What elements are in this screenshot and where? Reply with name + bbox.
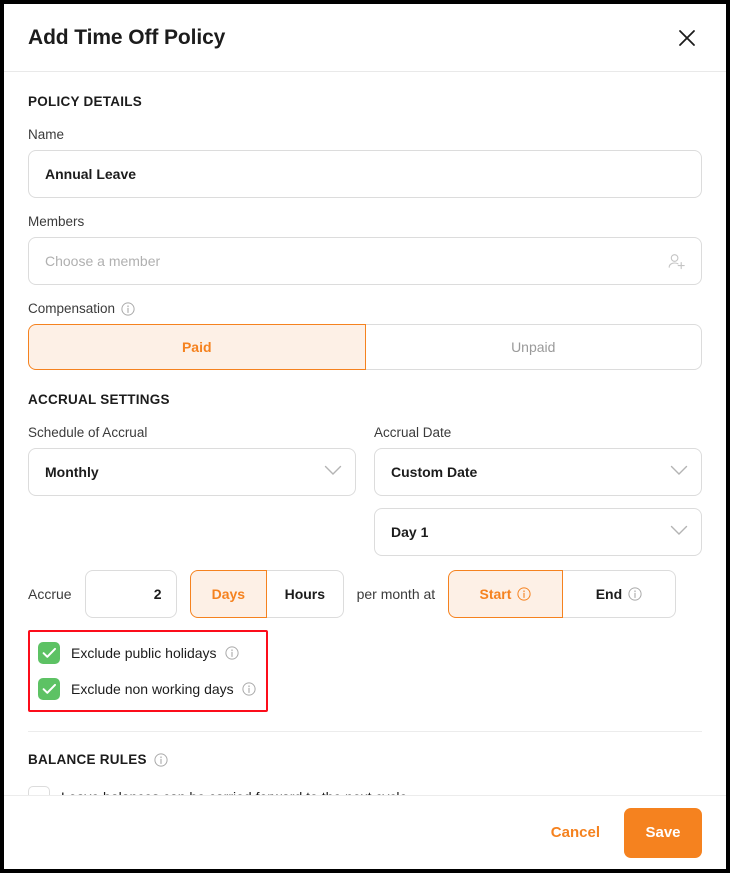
carry-forward-row[interactable]: Leave balances can be carried forward to… [28,782,702,795]
carry-forward-label: Leave balances can be carried forward to… [61,789,407,795]
accrue-amount-input[interactable] [84,570,177,618]
person-add-icon[interactable] [667,251,687,271]
exclude-non-working-days-row[interactable]: Exclude non working days [38,674,256,704]
section-label: POLICY DETAILS [28,94,143,109]
accrual-day-select-wrap: Day 1 [374,508,702,556]
info-icon[interactable] [517,587,531,601]
per-month-at-label: per month at [356,586,436,602]
accrual-date-group: Accrual Date Custom Date Day 1 [374,425,702,556]
exclude-public-holidays-label: Exclude public holidays [71,645,217,661]
modal-body: POLICY DETAILS Name Members Compens [4,72,726,795]
accrue-timing-end-label: End [595,586,623,602]
accrue-row: Accrue Days Hours per month at Start [28,570,702,618]
exclude-public-holidays-row[interactable]: Exclude public holidays [38,638,256,668]
carry-forward-text: Leave balances can be carried forward to… [61,789,407,795]
schedule-of-accrual-label: Schedule of Accrual [28,425,148,440]
close-icon [677,28,697,48]
exclude-non-working-days-checkbox[interactable] [38,678,60,700]
info-icon[interactable] [121,301,135,316]
accrue-timing-option-end[interactable]: End [562,570,677,618]
members-field-wrap [28,237,702,285]
accrue-unit-option-days[interactable]: Days [189,570,268,618]
exclude-public-holidays-checkbox[interactable] [38,642,60,664]
accrue-unit-option-hours[interactable]: Hours [267,570,344,618]
accrue-timing-segmented-control: Start End [448,570,677,618]
schedule-of-accrual-group: Schedule of Accrual Monthly [28,425,356,556]
info-icon[interactable] [628,587,642,601]
compensation-option-paid[interactable]: Paid [28,324,366,370]
modal-header: Add Time Off Policy [4,4,726,72]
name-input[interactable] [28,150,702,198]
accrue-unit-segmented-control: Days Hours [189,570,344,618]
add-time-off-policy-modal: Add Time Off Policy POLICY DETAILS Name … [0,0,730,873]
accrual-date-label: Accrual Date [374,425,452,440]
exclude-public-holidays-text: Exclude public holidays [71,645,239,661]
accrue-timing-option-start[interactable]: Start [448,570,563,618]
schedule-of-accrual-value: Monthly [45,464,99,480]
compensation-option-unpaid[interactable]: Unpaid [365,324,702,370]
close-button[interactable] [672,23,702,53]
info-icon[interactable] [224,646,239,660]
section-policy-details-title: POLICY DETAILS [28,94,702,109]
info-icon[interactable] [242,682,256,696]
compensation-segmented-control: Paid Unpaid [28,324,702,370]
section-label: ACCRUAL SETTINGS [28,392,170,407]
exclude-non-working-days-label: Exclude non working days [71,681,234,697]
compensation-label: Compensation [28,301,702,316]
section-balance-rules-title: BALANCE RULES [28,752,702,767]
accrual-date-select-wrap: Custom Date [374,448,702,496]
accrual-date-select[interactable]: Custom Date [374,448,702,496]
carry-forward-checkbox[interactable] [28,786,50,795]
exclusions-highlight-box: Exclude public holidays Exclude non work… [28,630,268,712]
accrual-date-value: Custom Date [391,464,478,480]
section-label: BALANCE RULES [28,752,147,767]
section-divider [28,731,702,732]
cancel-button[interactable]: Cancel [545,814,606,851]
name-label: Name [28,127,65,142]
accrual-top-row: Schedule of Accrual Monthly Accrual Date [28,425,702,556]
page-title: Add Time Off Policy [28,25,226,49]
schedule-of-accrual-select-wrap: Monthly [28,448,356,496]
members-label: Members [28,214,85,229]
members-input[interactable] [28,237,702,285]
save-button[interactable]: Save [624,807,702,858]
section-accrual-settings-title: ACCRUAL SETTINGS [28,392,702,407]
accrual-day-value: Day 1 [391,524,429,540]
info-icon[interactable] [154,752,168,767]
accrual-day-select[interactable]: Day 1 [374,508,702,556]
name-field-wrap [28,150,702,198]
schedule-of-accrual-select[interactable]: Monthly [28,448,356,496]
exclude-non-working-days-text: Exclude non working days [71,681,256,697]
accrue-label: Accrue [28,586,72,602]
modal-footer: Cancel Save [4,795,726,869]
accrue-timing-start-label: Start [479,586,512,602]
